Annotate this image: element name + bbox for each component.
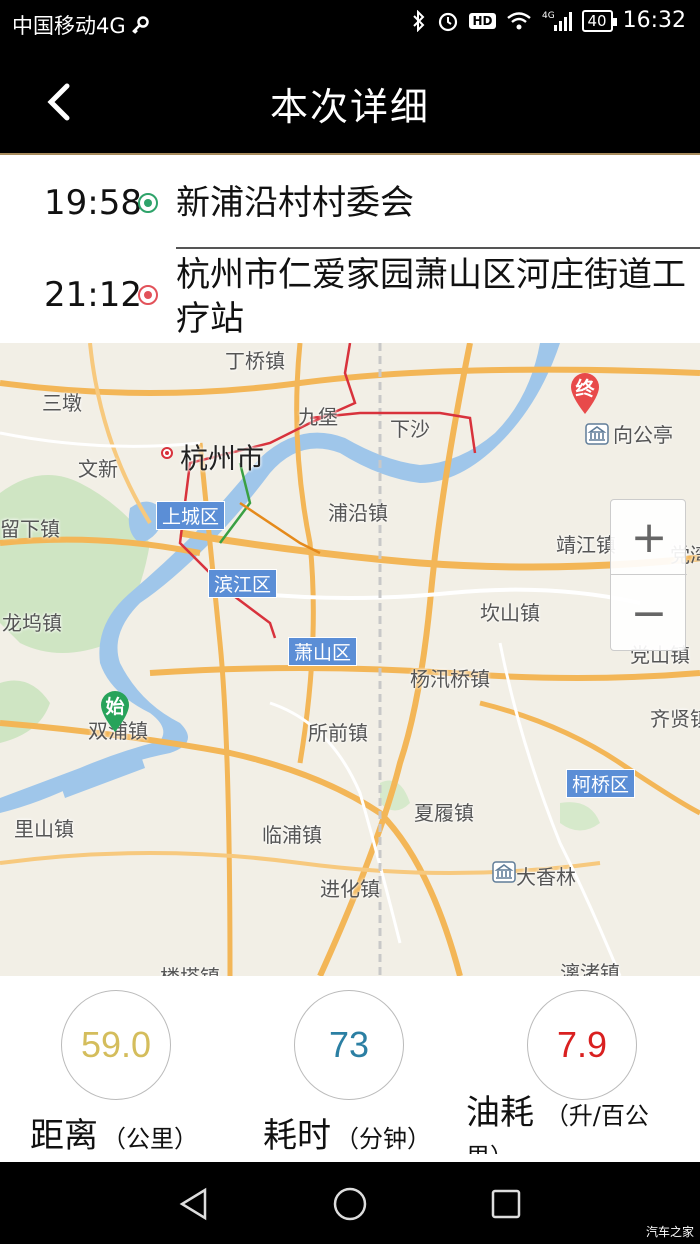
map-label: 龙坞镇: [2, 611, 62, 635]
start-time: 19:58: [44, 183, 142, 223]
fuel-label-group: 油耗 （升/百公里）: [466, 1094, 666, 1154]
distance-stat: 59.0 距离 （公里）: [0, 988, 233, 1158]
nav-recents-button[interactable]: [482, 1180, 530, 1228]
duration-value: 73: [294, 990, 404, 1100]
map-label: 坎山镇: [480, 601, 540, 625]
trip-end-row: 21:12 杭州市仁爱家园萧山区河庄街道工疗站: [0, 247, 700, 343]
page-title: 本次详细: [269, 85, 430, 129]
duration-stat: 73 耗时 （分钟）: [233, 988, 466, 1158]
fuel-value: 7.9: [527, 990, 637, 1100]
map-label: 文新: [78, 457, 118, 481]
map-label: 里山镇: [14, 817, 74, 841]
square-recents-icon: [491, 1189, 521, 1219]
district-label: 滨江区: [208, 569, 278, 598]
svg-text:4G: 4G: [542, 11, 555, 21]
start-marker[interactable]: 始: [97, 688, 133, 734]
route-map[interactable]: 丁桥镇 三墩 九堡 下沙 向公亭 文新 杭州市 留下镇 浦沿镇 靖江镇 党湾 坎…: [0, 343, 700, 976]
start-marker-label: 始: [105, 696, 125, 718]
zoom-out-button[interactable]: −: [611, 576, 687, 651]
map-label: 楼塔镇: [160, 961, 220, 976]
district-label: 柯桥区: [566, 769, 636, 798]
zoom-in-button[interactable]: +: [611, 500, 687, 575]
map-label: 进化镇: [320, 877, 380, 901]
zoom-control: + −: [610, 499, 687, 651]
district-label: 萧山区: [288, 637, 358, 666]
status-left: 中国移动4G: [12, 10, 150, 40]
status-bar: 中国移动4G HD 4G 40 16:32: [0, 0, 700, 48]
district-label: 上城区: [156, 501, 226, 530]
distance-label: 距离: [30, 1116, 98, 1156]
end-marker-label: 终: [575, 378, 595, 400]
map-label: 下沙: [390, 417, 430, 441]
end-marker[interactable]: 终: [567, 370, 603, 416]
map-label: 三墩: [42, 391, 82, 415]
map-label: 浦沿镇: [328, 501, 388, 525]
distance-unit: （公里）: [102, 1125, 198, 1153]
bluetooth-icon: [411, 9, 427, 32]
nav-home-button[interactable]: [326, 1180, 374, 1228]
watermark: 汽车之家: [645, 1225, 694, 1239]
map-label: 杨汛桥镇: [410, 667, 490, 691]
map-label: 靖江镇: [556, 533, 616, 557]
end-place: 杭州市仁爱家园萧山区河庄街道工疗站: [176, 255, 686, 339]
signal-icon: 4G: [542, 10, 572, 32]
landmark-icon: [492, 861, 516, 883]
start-dot-icon: [138, 193, 158, 213]
app-header: 本次详细: [0, 48, 700, 154]
trip-start-row: 19:58 新浦沿村村委会: [0, 155, 700, 247]
alarm-icon: [437, 10, 459, 32]
map-label: 临浦镇: [262, 823, 322, 847]
map-label: 所前镇: [308, 721, 368, 745]
map-label: 向公亭: [613, 423, 673, 447]
duration-label-group: 耗时 （分钟）: [263, 1108, 463, 1157]
system-nav-bar: 汽车之家: [0, 1162, 700, 1244]
circle-home-icon: [333, 1187, 367, 1221]
battery-icon: 40: [581, 9, 617, 32]
fuel-stat: 7.9 油耗 （升/百公里）: [466, 988, 699, 1158]
trip-panel: 19:58 新浦沿村村委会 21:12 杭州市仁爱家园萧山区河庄街道工疗站: [0, 155, 700, 343]
map-label: 齐贤镇: [650, 707, 700, 731]
distance-label-group: 距离 （公里）: [30, 1108, 230, 1157]
fuel-label: 油耗: [466, 1094, 534, 1133]
triangle-back-icon: [179, 1187, 207, 1221]
map-label: 丁桥镇: [225, 349, 285, 373]
duration-unit: （分钟）: [335, 1125, 431, 1153]
trip-stats: 59.0 距离 （公里） 73 耗时 （分钟） 7.9 油耗 （升/百公里）: [0, 976, 700, 1162]
map-label: 大香林: [516, 865, 576, 889]
map-label: 九堡: [298, 405, 338, 429]
map-label: 夏履镇: [414, 801, 474, 825]
map-label: 留下镇: [0, 517, 60, 541]
key-icon: [130, 15, 150, 35]
carrier-label: 中国移动4G: [12, 14, 126, 38]
landmark-icon: [585, 423, 609, 445]
distance-value: 59.0: [61, 990, 171, 1100]
start-place: 新浦沿村村委会: [176, 183, 414, 223]
clock: 16:32: [622, 8, 686, 33]
status-right: HD 4G 40 16:32: [411, 8, 686, 33]
end-dot-icon: [138, 285, 158, 305]
map-label: 漓渚镇: [560, 961, 620, 976]
duration-label: 耗时: [263, 1116, 331, 1156]
nav-back-button[interactable]: [170, 1180, 218, 1228]
map-label-city: 杭州市: [180, 442, 265, 475]
end-time: 21:12: [44, 275, 142, 315]
wifi-icon: [506, 11, 532, 31]
hd-icon: HD: [469, 12, 496, 29]
city-point-icon: [161, 447, 173, 459]
